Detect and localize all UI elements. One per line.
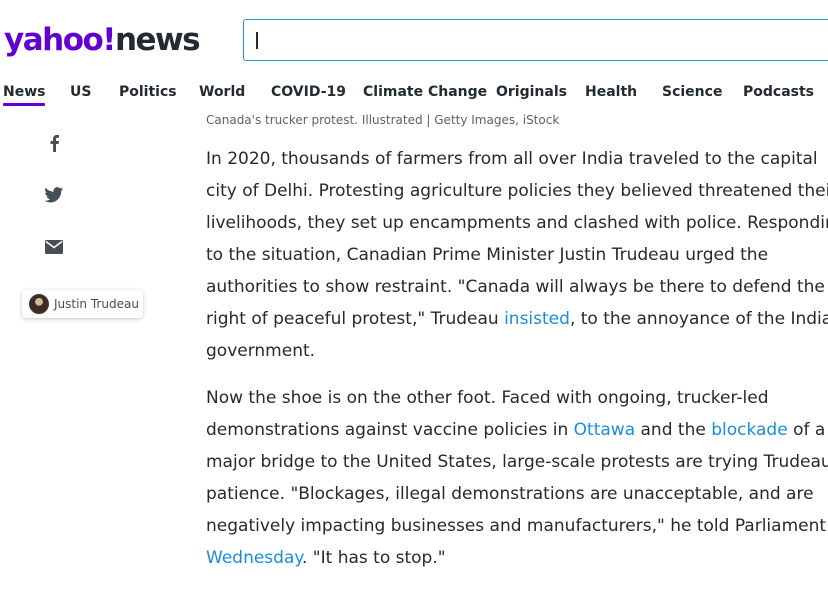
paragraph-line: Wednesday. "It has to stop." (206, 542, 828, 574)
link-blockade[interactable]: blockade (711, 420, 787, 440)
nav-item-news[interactable]: News (3, 82, 46, 106)
logo-news: news (114, 22, 201, 58)
avatar (29, 294, 49, 314)
text-segment: . "It has to stop." (302, 548, 446, 568)
main-nav: News US Politics World COVID-19 Climate … (0, 82, 828, 108)
paragraph-line: livelihoods, they set up encampments and… (206, 213, 828, 233)
share-facebook-button[interactable] (41, 130, 67, 156)
paragraph-line: major bridge to the United States, large… (206, 452, 828, 472)
share-twitter-button[interactable] (41, 182, 67, 208)
article-paragraph-1: In 2020, thousands of farmers from all o… (206, 143, 828, 367)
paragraph-line: In 2020, thousands of farmers from all o… (206, 149, 818, 169)
logo-yahoo: yahoo! (4, 22, 116, 58)
text-segment: of a (787, 420, 826, 440)
yahoo-news-logo[interactable]: yahoo!news (4, 20, 201, 60)
nav-item-podcasts[interactable]: Podcasts (743, 82, 814, 102)
paragraph-line: authorities to show restraint. "Canada w… (206, 277, 825, 297)
text-caret (256, 32, 258, 49)
topic-tag-label: Justin Trudeau (54, 297, 139, 311)
nav-item-science[interactable]: Science (662, 82, 722, 102)
paragraph-line: demonstrations against vaccine policies … (206, 414, 828, 446)
link-on-wednesday[interactable]: Wednesday (206, 548, 302, 568)
text-segment: and the (635, 420, 712, 440)
text-segment: right of peaceful protest," Trudeau (206, 309, 505, 329)
text-segment: , to the annoyance of the Indian (569, 309, 828, 329)
search-input[interactable] (243, 19, 828, 61)
nav-item-health[interactable]: Health (585, 82, 637, 102)
nav-item-us[interactable]: US (70, 82, 91, 102)
mail-icon (45, 240, 63, 254)
nav-item-originals[interactable]: Originals (496, 82, 567, 102)
text-segment: demonstrations against vaccine policies … (206, 420, 574, 440)
link-ottawa[interactable]: Ottawa (574, 420, 635, 440)
nav-item-politics[interactable]: Politics (119, 82, 177, 102)
paragraph-line: to the situation, Canadian Prime Ministe… (206, 245, 769, 265)
paragraph-line: right of peaceful protest," Trudeau insi… (206, 303, 828, 335)
nav-item-covid-19[interactable]: COVID-19 (271, 82, 346, 102)
share-email-button[interactable] (41, 234, 67, 260)
facebook-icon (50, 135, 59, 152)
paragraph-line: city of Delhi. Protesting agriculture po… (206, 181, 828, 201)
link-insisted[interactable]: insisted (504, 309, 570, 329)
paragraph-line: patience. "Blockages, illegal demonstrat… (206, 484, 814, 504)
twitter-icon (44, 187, 64, 203)
nav-item-climate-change[interactable]: Climate Change (363, 82, 487, 102)
paragraph-line: government. (206, 341, 316, 361)
topic-tag-justin-trudeau[interactable]: Justin Trudeau (22, 290, 143, 318)
article-paragraph-2: Now the shoe is on the other foot. Faced… (206, 382, 828, 574)
text-segment: negatively impacting businesses and manu… (206, 516, 828, 536)
image-caption: Canada's trucker protest. Illustrated | … (206, 113, 560, 127)
nav-item-world[interactable]: World (199, 82, 245, 102)
paragraph-line: Now the shoe is on the other foot. Faced… (206, 388, 769, 408)
paragraph-line: negatively impacting businesses and manu… (206, 510, 828, 542)
